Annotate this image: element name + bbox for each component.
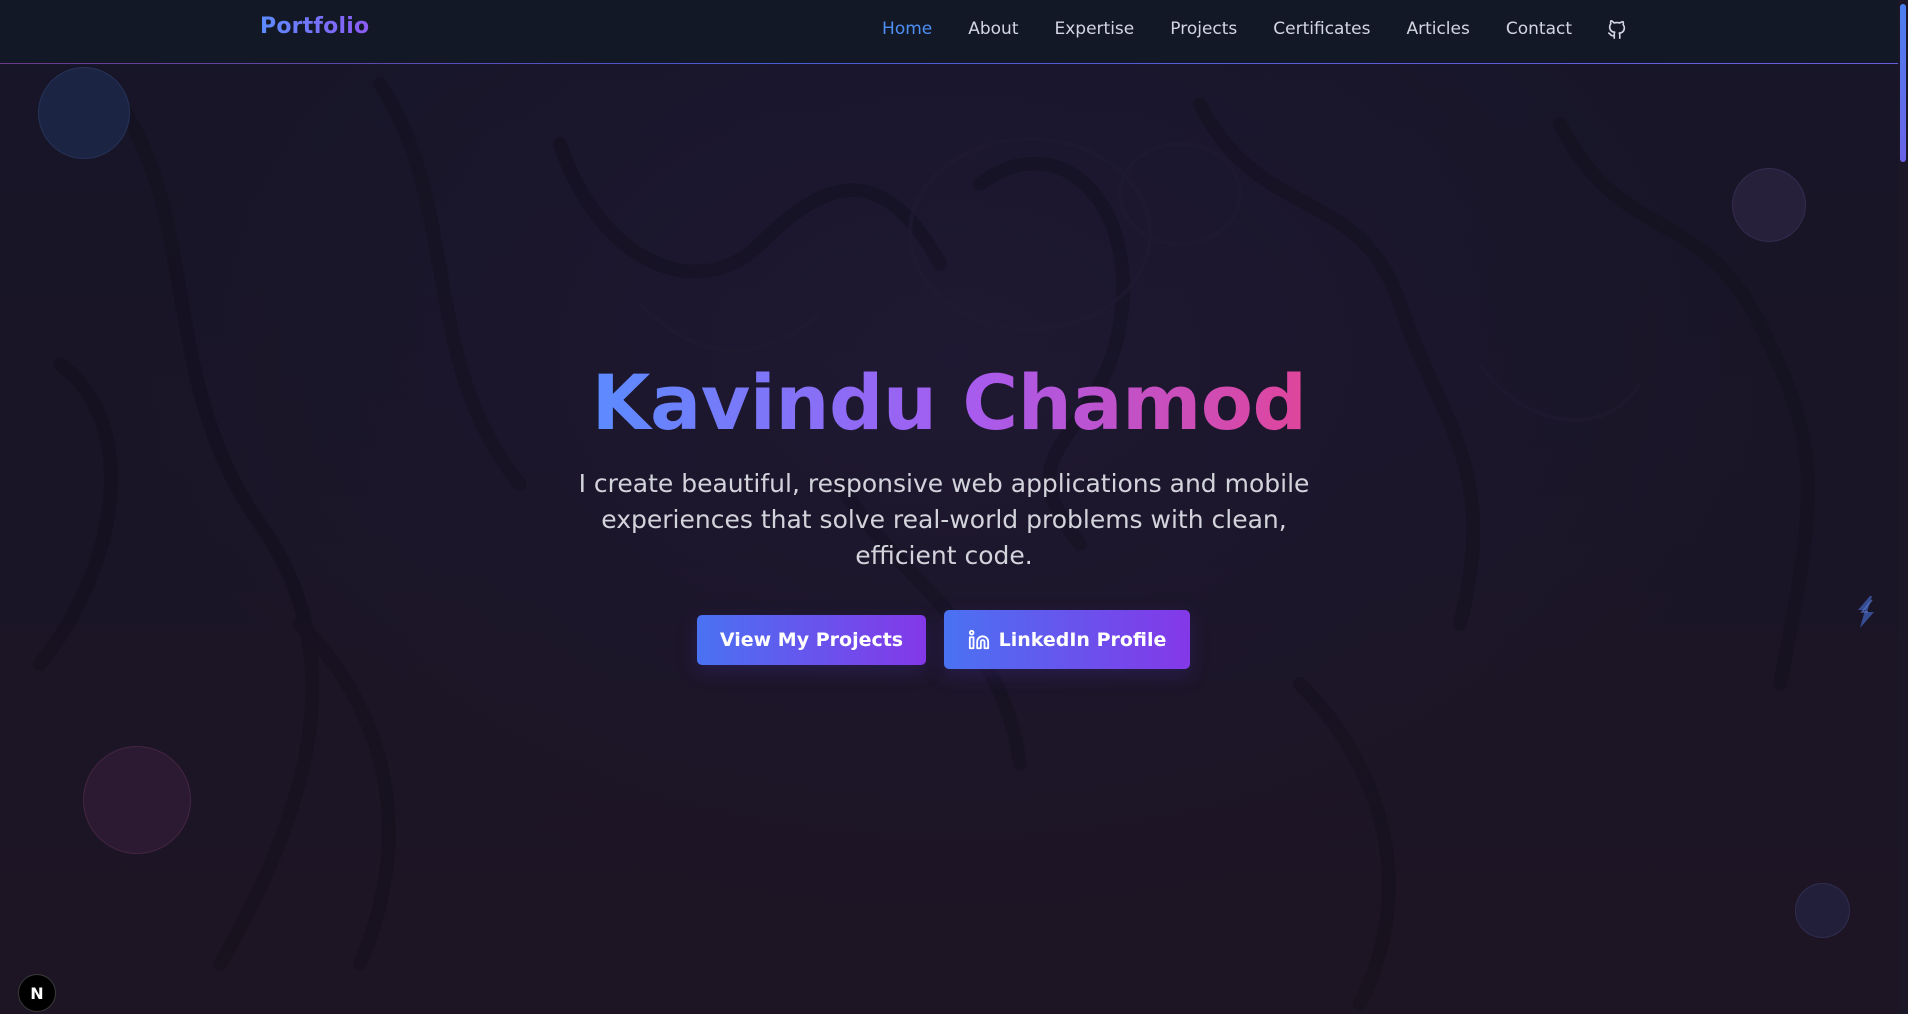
hero-name: Kavindu Chamod [591,358,1307,447]
nav-about[interactable]: About [968,19,1018,39]
nav-certificates[interactable]: Certificates [1273,19,1370,39]
view-projects-button[interactable]: View My Projects [697,615,926,665]
scrollbar[interactable] [1898,0,1908,1014]
nav-home[interactable]: Home [882,19,932,39]
lightning-icon[interactable] [1852,594,1880,630]
hero-subtitle: I create beautiful, responsive web appli… [578,469,1310,570]
decorative-circle [83,746,191,854]
scrollbar-thumb[interactable] [1900,4,1906,162]
linkedin-profile-label: LinkedIn Profile [998,628,1167,651]
nav-projects[interactable]: Projects [1170,19,1237,39]
main-nav: Home About Expertise Projects Certificat… [846,0,1628,57]
nav-expertise[interactable]: Expertise [1055,19,1135,39]
brand-logo[interactable]: Portfolio [260,14,369,39]
page: Portfolio Home About Expertise Projects … [0,0,1908,1014]
github-icon[interactable] [1606,18,1628,40]
nextjs-letter: N [30,983,44,1003]
decorative-circle [1795,883,1850,938]
linkedin-profile-button[interactable]: LinkedIn Profile [944,610,1190,669]
linkedin-icon [968,629,990,651]
view-projects-label: View My Projects [719,629,904,651]
navbar: Portfolio Home About Expertise Projects … [0,0,1898,64]
nav-articles[interactable]: Articles [1406,19,1469,39]
decorative-circle [38,67,130,159]
hero-title: Kavindu Chamod [0,355,1898,450]
nav-contact[interactable]: Contact [1506,19,1572,39]
decorative-circle [1732,168,1806,242]
nextjs-icon[interactable]: N [18,974,56,1012]
